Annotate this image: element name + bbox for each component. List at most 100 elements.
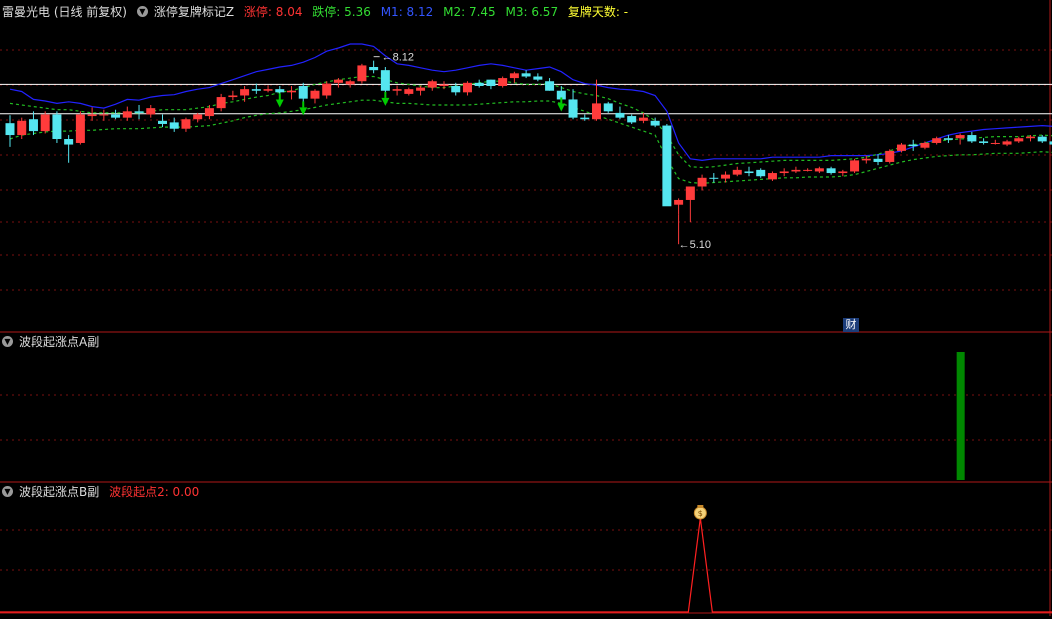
candle-down	[1037, 136, 1047, 142]
candle-up	[850, 160, 860, 172]
stock-title: 雷曼光电 (日线 前复权)	[2, 5, 127, 19]
limit-down-value: 跌停: 5.36	[312, 5, 371, 19]
candle-down	[251, 89, 261, 91]
m3-value: M3: 6.57	[505, 5, 559, 19]
candle-down	[744, 171, 754, 174]
candle-down	[275, 89, 285, 93]
down-arrow-icon	[381, 97, 390, 106]
m1-upper-line	[9, 43, 1052, 162]
candle-down	[615, 112, 625, 118]
candle-up	[955, 135, 965, 139]
down-arrow-icon	[557, 103, 566, 112]
panel-b-value: 波段起点2: 0.00	[109, 485, 200, 499]
candle-up	[263, 89, 273, 91]
candle-up	[204, 108, 214, 117]
candle-up	[721, 174, 731, 179]
candle-up	[345, 81, 355, 85]
candle-down	[603, 103, 613, 112]
money-bag-icon: $	[693, 505, 707, 520]
candle-up	[122, 111, 132, 118]
candle-down	[111, 114, 121, 118]
low-label: ←5.10	[679, 239, 711, 251]
candle-up	[1026, 136, 1036, 139]
candle-down	[52, 114, 62, 140]
candle-up	[439, 84, 449, 86]
candle-up	[838, 171, 848, 174]
candle-up	[392, 89, 402, 91]
candle-up	[498, 78, 508, 86]
candle-down	[967, 135, 977, 142]
indicator-name[interactable]: 涨停复牌标记Z	[154, 5, 234, 19]
limit-up-value: 涨停: 8.04	[243, 5, 303, 19]
m2-value: M2: 7.45	[443, 5, 496, 19]
m1-value: M1: 8.12	[380, 5, 434, 19]
candle-up	[1002, 141, 1012, 145]
candle-up	[779, 171, 789, 174]
candle-down	[369, 66, 379, 71]
candle-up	[732, 169, 742, 175]
candle-up	[803, 169, 813, 171]
candle-up	[592, 103, 601, 120]
candle-down	[451, 85, 461, 93]
candle-down	[474, 82, 484, 86]
candle-down	[979, 141, 989, 143]
candle-up	[40, 114, 50, 132]
finance-badge[interactable]: 财	[843, 318, 859, 332]
candle-down	[580, 117, 590, 120]
candle-down	[169, 122, 179, 129]
candle-up	[814, 168, 824, 172]
candle-up	[638, 117, 648, 121]
candle-up	[427, 81, 437, 88]
candle-down	[28, 119, 38, 132]
candle-up	[767, 173, 777, 180]
candle-up	[920, 142, 930, 148]
candle-up	[885, 150, 895, 162]
candle-up	[87, 114, 97, 117]
panel-a-title[interactable]: 波段起涨点A副	[19, 335, 99, 349]
candle-up	[896, 144, 906, 151]
candle-down	[64, 139, 74, 145]
signal-line-b	[0, 517, 1052, 613]
chart-canvas[interactable]: ←8.12 ←5.10 $	[0, 0, 1052, 616]
candle-up	[509, 73, 519, 79]
panel-b-title[interactable]: 波段起涨点B副	[19, 485, 99, 499]
candle-up	[228, 95, 238, 98]
high-label: ←8.12	[382, 52, 414, 64]
panel-b-header: ▼ 波段起涨点B副 波段起点2: 0.00	[2, 484, 205, 500]
candle-up	[416, 87, 426, 91]
candle-up	[17, 120, 27, 136]
candle-down	[756, 169, 766, 177]
main-panel-header: 雷曼光电 (日线 前复权) ▼ 涨停复牌标记Z 涨停: 8.04 跌停: 5.36…	[2, 4, 634, 20]
candle-down	[568, 99, 578, 118]
candle-up	[310, 90, 320, 99]
m3-lower-line	[9, 99, 1052, 184]
candle-down	[873, 158, 883, 162]
candle-up	[216, 97, 226, 109]
candle-up	[674, 199, 684, 205]
chevron-down-icon[interactable]: ▼	[2, 486, 13, 497]
candle-down	[134, 111, 144, 113]
candle-up	[357, 65, 367, 82]
candle-up	[861, 158, 871, 161]
candle-down	[157, 120, 167, 124]
candle-down	[5, 123, 15, 136]
chevron-down-icon[interactable]: ▼	[136, 6, 148, 17]
chevron-down-icon[interactable]: ▼	[2, 336, 13, 347]
candle-up	[697, 177, 707, 187]
candle-up	[333, 79, 343, 83]
candle-up	[193, 114, 203, 120]
candle-down	[521, 73, 531, 77]
candle-down	[380, 70, 390, 91]
candle-down	[650, 120, 660, 126]
candle-up	[1014, 138, 1024, 142]
candle-down	[298, 85, 308, 99]
candle-up	[287, 90, 297, 93]
chart-stage[interactable]: ←8.12 ←5.10 $ 雷曼光电 (日线 前复权) ▼ 涨停复牌标记Z 涨停: 8…	[0, 0, 1052, 616]
candle-up	[322, 83, 332, 96]
candle-up	[240, 89, 250, 96]
signal-bar-a	[956, 352, 965, 480]
candle-up	[791, 169, 801, 172]
money-bag-tie	[697, 505, 704, 508]
candle-up	[181, 119, 191, 129]
candle-up	[404, 89, 414, 94]
